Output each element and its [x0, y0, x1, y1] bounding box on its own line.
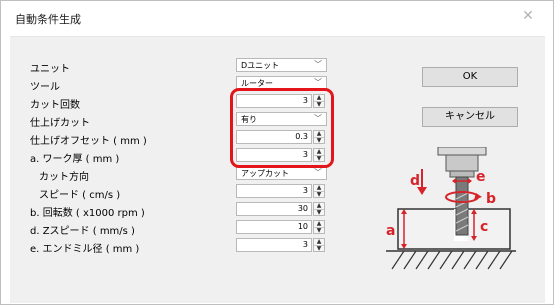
cut-direction-select[interactable]: アップカット ﹀ [236, 166, 327, 180]
cut-direction-value: アップカット [241, 169, 289, 178]
finish-cut-label: 仕上げカット [30, 118, 90, 129]
spin-buttons[interactable]: ▲ ▼ [313, 184, 325, 198]
rotation-stepper[interactable]: 30 ▲ ▼ [236, 202, 327, 216]
highlight-box [230, 88, 334, 168]
endmill-diameter-input[interactable]: 3 [236, 238, 312, 252]
speed-label: スピード ( cm/s ) [39, 190, 121, 201]
spin-down-icon[interactable]: ▼ [314, 246, 324, 252]
label-c: c [480, 219, 488, 235]
chevron-down-icon: ﹀ [314, 60, 322, 69]
unit-label: ユニット [30, 64, 70, 75]
tool-label: ツール [30, 82, 60, 93]
cut-count-label: カット回数 [30, 100, 80, 111]
label-d: d [410, 173, 420, 189]
spin-buttons[interactable]: ▲ ▼ [313, 238, 325, 252]
endmill-diameter-stepper[interactable]: 3 ▲ ▼ [236, 238, 327, 252]
endmill-diameter-label: e. エンドミル径 ( mm ) [30, 244, 140, 255]
spin-buttons[interactable]: ▲ ▼ [313, 220, 325, 234]
label-a: a [386, 223, 395, 239]
speed-input[interactable]: 3 [236, 184, 312, 198]
unit-select-value: Dユニット [241, 61, 280, 70]
finish-offset-label: 仕上げオフセット ( mm ) [30, 136, 147, 147]
close-icon[interactable]: ✕ [517, 5, 539, 27]
label-e: e [476, 169, 486, 185]
spin-down-icon[interactable]: ▼ [314, 192, 324, 198]
rotation-label: b. 回転数 ( x1000 rpm ) [30, 208, 145, 219]
rotation-input[interactable]: 30 [236, 202, 312, 216]
chevron-down-icon: ﹀ [314, 168, 322, 177]
cut-direction-label: カット方向 [39, 172, 89, 183]
work-thickness-label: a. ワーク厚 ( mm ) [30, 154, 120, 165]
spin-down-icon[interactable]: ▼ [314, 210, 324, 216]
z-speed-label: d. Zスピード ( mm/s ) [30, 226, 135, 237]
tool-holder-top [437, 147, 487, 156]
tool-collet [449, 170, 475, 178]
ok-button[interactable]: OK [422, 67, 518, 87]
cancel-button[interactable]: キャンセル [422, 107, 518, 127]
label-b: b [486, 191, 496, 207]
ground-hatch [391, 250, 513, 270]
z-speed-stepper[interactable]: 10 ▲ ▼ [236, 220, 327, 234]
unit-select[interactable]: Dユニット ﹀ [236, 58, 327, 72]
spin-buttons[interactable]: ▲ ▼ [313, 202, 325, 216]
z-speed-input[interactable]: 10 [236, 220, 312, 234]
spin-down-icon[interactable]: ▼ [314, 228, 324, 234]
milling-diagram: d e b c a [386, 147, 516, 270]
speed-stepper[interactable]: 3 ▲ ▼ [236, 184, 327, 198]
tool-holder-body [445, 154, 479, 172]
dialog-title: 自動条件生成 [15, 13, 81, 26]
dialog-window: 自動条件生成 ✕ ユニット ツール カット回数 仕上げカット 仕上げオフセット … [0, 0, 554, 305]
